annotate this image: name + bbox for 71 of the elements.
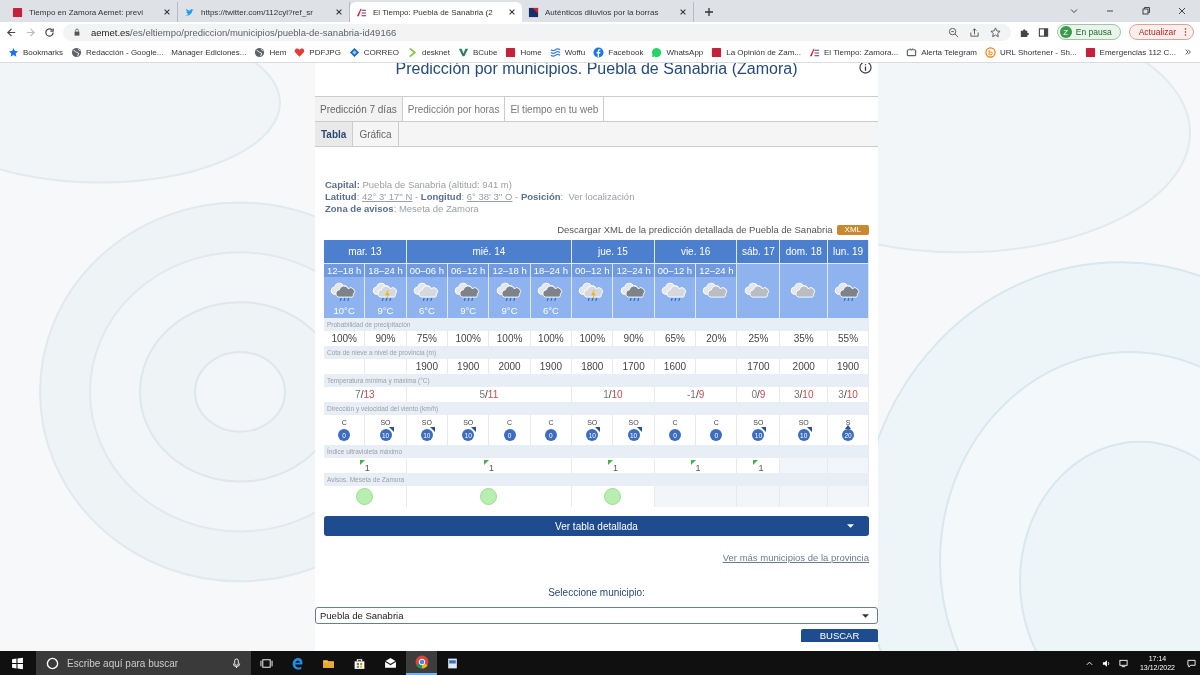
temperature: 6°C bbox=[542, 305, 559, 318]
period-time: 00–06 h bbox=[406, 264, 448, 277]
uv-index: 1 bbox=[695, 462, 701, 473]
bookmark[interactable]: Emergencias 112 C... bbox=[1084, 46, 1176, 58]
browser-tab[interactable]: El Tiempo: Puebla de Sanabria (2 bbox=[350, 2, 522, 22]
bookmark[interactable]: desknet bbox=[406, 46, 450, 58]
bookmark[interactable]: Home bbox=[505, 46, 542, 58]
browser-tab[interactable]: Auténticos diluvios por la borras bbox=[522, 2, 694, 22]
period-time: 00–12 h bbox=[654, 264, 696, 277]
municipality-select[interactable]: Puebla de Sanabria bbox=[315, 607, 878, 624]
period-time: 00–12 h bbox=[572, 264, 613, 277]
bookmark[interactable]: Bookmarks bbox=[8, 46, 63, 58]
day-header: vie. 16 bbox=[654, 240, 738, 263]
coordinates-text: Latitud: 42° 3' 17'' N - Longitud: 6° 38' 3'' O - Posición: Ver localización bbox=[325, 191, 636, 203]
period-time: 12–18 h bbox=[489, 264, 530, 277]
temperature: 9°C bbox=[460, 305, 477, 318]
bookmark[interactable]: Woffu bbox=[549, 46, 586, 58]
bookmark[interactable]: Mánager Ediciones... bbox=[171, 47, 247, 57]
temperature: 9°C bbox=[501, 305, 518, 318]
tab[interactable]: Tabla bbox=[315, 122, 354, 146]
period-time: 06–12 h bbox=[448, 264, 489, 277]
tab[interactable]: Gráfica bbox=[353, 122, 399, 146]
avatar-icon: Z bbox=[1059, 26, 1072, 38]
browser-tab[interactable]: Tiempo en Zamora Aemet: previ bbox=[6, 2, 178, 22]
profile-label: En pausa bbox=[1075, 27, 1112, 37]
uv-index: 1 bbox=[758, 462, 764, 473]
search-button[interactable]: BUSCAR bbox=[801, 629, 878, 642]
address-field[interactable]: aemet.es/es/eltiempo/prediccion/municipios/puebla-de-sanabria-id49166 bbox=[63, 23, 1011, 41]
period-time: 18–24 h bbox=[365, 264, 406, 277]
day-header: mié. 14 bbox=[406, 240, 573, 263]
tab-title: Auténticos diluvios por la borras bbox=[545, 7, 660, 17]
period-time: 12–18 h bbox=[324, 264, 365, 277]
taskbar-search-field[interactable]: Escribe aquí para buscar bbox=[36, 651, 251, 675]
uv-index: 1 bbox=[364, 462, 370, 473]
day-header: jue. 15 bbox=[572, 240, 655, 263]
day-header: lun. 19 bbox=[828, 240, 869, 263]
detail-table-button[interactable]: Ver tabla detallada bbox=[324, 516, 869, 536]
temperature: 10°C bbox=[333, 305, 355, 318]
period-time: 18–24 h bbox=[530, 264, 572, 277]
bookmark[interactable]: WhatsApp bbox=[651, 46, 704, 58]
tab[interactable]: Predicción 7 días bbox=[315, 97, 403, 121]
day-header: sáb. 17 bbox=[737, 240, 781, 263]
download-xml-text: Descargar XML de la predicción detallada de Puebla de Sanabria bbox=[557, 224, 833, 235]
tab-title: https://twitter.com/112cyl?ref_sr bbox=[201, 7, 314, 17]
bookmark[interactable]: PDFJPG bbox=[294, 46, 341, 58]
bookmark[interactable]: URL Shortener - Sh... bbox=[985, 46, 1077, 58]
period-time: 12–24 h bbox=[613, 264, 654, 277]
uv-index: 1 bbox=[612, 462, 618, 473]
tab-title: Tiempo en Zamora Aemet: previ bbox=[29, 7, 144, 17]
bookmark[interactable]: El Tiempo: Zamora... bbox=[808, 46, 899, 58]
update-button[interactable]: Actualizar bbox=[1128, 24, 1194, 40]
temperature: 9°C bbox=[377, 305, 394, 318]
capital-text: Capital: Puebla de Sanabria (altitud: 941 m) bbox=[325, 179, 513, 191]
day-header: dom. 18 bbox=[780, 240, 829, 263]
day-header: mar. 13 bbox=[324, 240, 407, 263]
bookmark[interactable]: CORREO bbox=[348, 46, 399, 58]
uv-index: 1 bbox=[488, 462, 494, 473]
period-time: 12–24 h bbox=[696, 264, 737, 277]
profile-button[interactable]: Z En pausa bbox=[1056, 24, 1121, 40]
bookmark[interactable]: Hem bbox=[254, 46, 287, 58]
page-title: Predicción por municipios. Puebla de Sanabria (Zamora) bbox=[395, 63, 798, 78]
tab-title: El Tiempo: Puebla de Sanabria (2 bbox=[373, 7, 494, 17]
bookmark[interactable]: Alerta Telegram bbox=[906, 46, 978, 58]
more-municipalities-link[interactable]: Ver más municipios de la provincia bbox=[722, 552, 869, 563]
temperature: 6°C bbox=[418, 305, 435, 318]
bookmark[interactable]: Redacción - Google... bbox=[71, 46, 164, 58]
zone-text: Zona de avisos: Meseta de Zamora bbox=[325, 203, 480, 215]
bookmark[interactable]: La Opinión de Zam... bbox=[711, 46, 801, 58]
bookmark[interactable]: Facebook bbox=[593, 46, 644, 58]
select-label: Seleccione municipio: bbox=[547, 587, 646, 598]
bookmark[interactable]: BCube bbox=[457, 46, 498, 58]
